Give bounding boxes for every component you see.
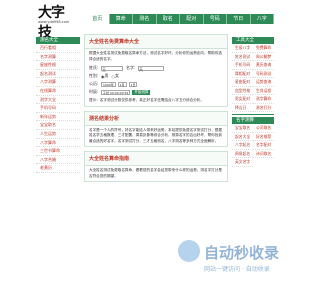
analysis-text: 名字是一个人的符号，好名字能给人带来好运势，本站提供免费名字测试打分，根据姓名学…: [89, 127, 222, 143]
watermark: 自动秒收录 网站一键访问 · 自动收录: [178, 240, 296, 298]
left-sidebar-item[interactable]: 八字测算: [36, 78, 80, 87]
watermark-subtitle: 网站一键访问 · 自动收录: [204, 266, 270, 273]
right-sidebar-item[interactable]: 生辰八字: [232, 44, 253, 53]
analysis-card: 测名结果分析 名字是一个人的符号，好名字能给人带来好运势，本站提供免费名字测试打…: [84, 110, 228, 147]
gender-female-label: 女: [115, 73, 119, 78]
nav-item-6[interactable]: 节日: [227, 14, 251, 24]
right-sidebar-title: 工具大全: [232, 37, 274, 44]
left-sidebar-item[interactable]: 在线算命: [36, 87, 80, 96]
right-sidebar-item-2[interactable]: 周易起名: [232, 150, 253, 158]
main-nav: 首页 算命 测名 取名 配对 号码 节日 八字: [86, 14, 274, 24]
guide-title: 大全姓名算命指南: [85, 152, 227, 166]
nav-item-7[interactable]: 八字: [251, 14, 274, 24]
month-select[interactable]: 1月: [117, 81, 127, 87]
left-sidebar: 测名大全 百行看相 名字测算 星座性格 起名测试 八字测算 在线算命 测字大全 手机号码 新年运…: [36, 37, 80, 173]
right-sidebar: 工具大全 生辰八字 免费算命 姓名测试 周公解梦 手机号码 黄历查询 属相配对 号码测试 星座配…: [232, 37, 274, 167]
hour-select[interactable]: 子时 00:00-00:59: [101, 89, 131, 95]
birth-row: 公历: 1990年 1月 1日: [85, 80, 227, 88]
name-input[interactable]: 天: [138, 65, 164, 72]
gender-male-label: 男: [104, 73, 109, 78]
main-content: 大全姓名免费算命大全 根据大全姓名测试免费取名算命方法，测试名字好坏，分析你的运…: [84, 30, 228, 182]
right-sidebar-item[interactable]: 测名打分: [253, 104, 274, 112]
name-label: 名字:: [126, 65, 136, 70]
logo-url: www.ydd998.com: [38, 20, 70, 24]
surname-label: 姓氏:: [89, 65, 99, 70]
right-sidebar-item[interactable]: 择吉日: [232, 104, 253, 112]
nav-item-2[interactable]: 测名: [133, 14, 157, 24]
left-sidebar-item[interactable]: 人生运势: [36, 130, 80, 139]
gender-row: 性别: ◉ 男 ○ 女: [85, 72, 227, 80]
left-sidebar-item[interactable]: 新年运势: [36, 113, 80, 122]
right-sidebar-item-2[interactable]: 公司取名: [253, 124, 274, 133]
day-select[interactable]: 1日: [128, 81, 138, 87]
left-sidebar-item[interactable]: 手机号码: [36, 104, 80, 113]
right-sidebar-item[interactable]: 黄历查询: [253, 61, 274, 70]
right-sidebar-item-2[interactable]: 起名大全: [232, 133, 253, 141]
right-sidebar-item[interactable]: 测字算命: [253, 95, 274, 104]
tools-list: 生辰八字 免费算命 姓名测试 周公解梦 手机号码 黄历查询 属相配对 号码测试 星座配对 运势查询…: [232, 44, 274, 112]
right-sidebar-item-2[interactable]: 名字配对: [253, 141, 274, 150]
right-sidebar-item[interactable]: 属相配对: [232, 70, 253, 78]
right-sidebar-item-2[interactable]: 诗词取名: [253, 150, 274, 158]
left-sidebar-item[interactable]: 宝宝取名: [36, 121, 80, 130]
left-sidebar-title: 测名大全: [36, 37, 80, 44]
right-sidebar-title-2: 名字测算: [232, 117, 274, 124]
calculator-card: 大全姓名免费算命大全 根据大全姓名测试免费取名算命方法，测试名字好坏，分析你的运…: [84, 34, 228, 107]
right-sidebar-item[interactable]: 免费算命: [253, 44, 274, 53]
right-sidebar-item[interactable]: 周公解梦: [253, 53, 274, 61]
right-sidebar-item-2[interactable]: 好名推荐: [253, 133, 274, 141]
hour-row: 时辰: 子时 00:00-00:59 开始测算: [85, 88, 227, 96]
birth-label: 公历:: [89, 81, 99, 86]
left-sidebar-item[interactable]: 八字合婚: [36, 156, 80, 165]
watermark-title: 自动秒收录: [204, 244, 280, 262]
right-sidebar-item[interactable]: 姓名测试: [232, 53, 253, 61]
left-sidebar-list: 百行看相 名字测算 星座性格 起名测试 八字测算 在线算命 测字大全 手机号码 新年运势 宝宝取名…: [36, 44, 80, 173]
name-tools-list: 宝宝取名 公司取名 起名大全 好名推荐 八字起名 名字配对 周易起名 诗词取名 英文名字: [232, 124, 274, 167]
guide-text: 大全姓名测试免费取名算命，看看您的名字会给您带来什么样的运势，测名字打分是否符合…: [89, 168, 222, 178]
year-select[interactable]: 1990年: [101, 81, 116, 87]
analysis-title: 测名结果分析: [85, 111, 227, 126]
nav-item-5[interactable]: 号码: [204, 14, 227, 24]
right-sidebar-item[interactable]: 生肖运程: [253, 87, 274, 95]
left-sidebar-item[interactable]: 名字测算: [36, 53, 80, 62]
right-sidebar-item-2[interactable]: 英文名字: [232, 158, 253, 167]
right-sidebar-item[interactable]: 手机号码: [232, 61, 253, 70]
left-sidebar-item[interactable]: 星座性格: [36, 61, 80, 70]
name-row: 姓氏: 王 名字: 天: [85, 64, 227, 72]
guide-card: 大全姓名算命指南 大全姓名测试免费取名算命，看看您的名字会给您带来什么样的运势，…: [84, 151, 228, 182]
left-sidebar-item[interactable]: 三世书算命: [36, 147, 80, 156]
nav-item-1[interactable]: 算命: [110, 14, 133, 24]
right-sidebar-item[interactable]: 号码测试: [253, 70, 274, 78]
left-sidebar-item[interactable]: 测字大全: [36, 96, 80, 105]
submit-button[interactable]: 开始测算: [132, 89, 151, 95]
header: 大字技 www.ydd998.com 首页 算命 测名 取名 配对 号码 节日 八字: [0, 0, 300, 41]
left-sidebar-item[interactable]: 老黄历: [36, 164, 80, 173]
watermark-logo-icon: [178, 240, 200, 262]
right-sidebar-item[interactable]: 男女配对: [232, 95, 253, 104]
calculator-intro: 根据大全姓名测试免费取名算命方法，测试名字好坏，分析你的运势走向，帮助你选择合适…: [89, 51, 222, 61]
hour-label: 时辰:: [89, 89, 99, 94]
nav-item-0[interactable]: 首页: [86, 14, 110, 24]
right-sidebar-item[interactable]: 星座配对: [232, 78, 253, 87]
right-sidebar-item[interactable]: 运势查询: [253, 78, 274, 87]
surname-input[interactable]: 王: [101, 65, 123, 72]
right-sidebar-item-2[interactable]: 八字起名: [232, 141, 253, 150]
right-sidebar-item[interactable]: 血型性格: [232, 87, 253, 95]
gender-label: 性别:: [89, 73, 99, 78]
nav-item-3[interactable]: 取名: [157, 14, 180, 24]
left-sidebar-item[interactable]: 百行看相: [36, 44, 80, 53]
right-sidebar-item-2[interactable]: 宝宝取名: [232, 124, 253, 133]
left-sidebar-item[interactable]: 八字算命: [36, 139, 80, 148]
left-sidebar-item[interactable]: 起名测试: [36, 70, 80, 79]
calculator-note: 提示：名字测试分数仅供参考，真正好名字还需结合八字五行综合分析。: [89, 98, 204, 102]
nav-item-4[interactable]: 配对: [180, 14, 204, 24]
calculator-title: 大全姓名免费算命大全: [85, 35, 227, 49]
site-logo[interactable]: 大字技 www.ydd998.com: [36, 2, 72, 41]
